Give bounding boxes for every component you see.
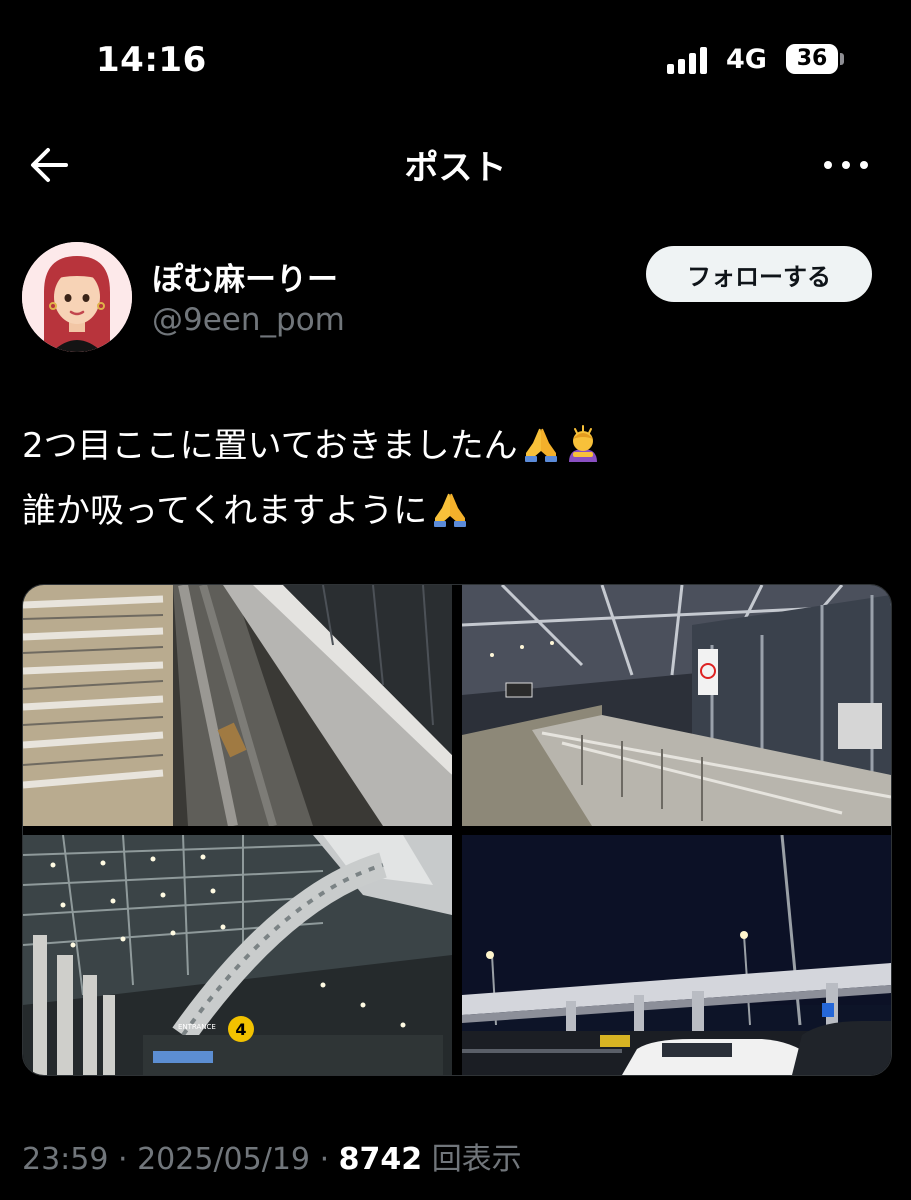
follow-button[interactable]: フォローする (646, 246, 872, 302)
status-time: 14:16 (96, 40, 207, 80)
meta-separator: · (118, 1142, 138, 1177)
media-grid: 4 ENTRANCE (22, 584, 892, 1076)
post-image-luggage-carts[interactable] (23, 585, 452, 826)
svg-text:4: 4 (235, 1020, 246, 1039)
folded-hands-emoji (434, 493, 467, 527)
cellular-signal-icon (667, 46, 715, 74)
network-type: 4G (726, 44, 767, 75)
display-name[interactable]: ぽむ麻ーりー (152, 254, 338, 299)
avatar[interactable] (22, 242, 132, 352)
battery-tip (840, 53, 844, 65)
folded-hands-emoji (524, 428, 557, 462)
svg-text:ENTRANCE: ENTRANCE (178, 1023, 216, 1031)
post-time: 23:59 (22, 1142, 109, 1177)
battery-icon: 36 (786, 44, 838, 74)
more-options-icon[interactable] (820, 142, 872, 188)
post-date: 2025/05/19 (137, 1142, 311, 1177)
post-meta: 23:59 · 2025/05/19 · 8742 回表示 (22, 1134, 522, 1178)
post-image-walkway-carts[interactable] (462, 585, 891, 826)
post-line-2-text: 誰か吸ってくれますように (22, 491, 428, 531)
user-handle[interactable]: @9een_pom (152, 302, 345, 338)
person-bowing-emoji (568, 425, 597, 462)
page-title: ポスト (404, 148, 507, 188)
post-text: 2つ目ここに置いておきましたん 誰か吸ってくれますように (22, 414, 892, 544)
nav-bar: ポスト (0, 120, 911, 210)
post-line-1-text: 2つ目ここに置いておきましたん (22, 426, 518, 466)
post-line-2: 誰か吸ってくれますように (22, 479, 892, 544)
view-count-label: 回表示 (431, 1142, 522, 1177)
view-count[interactable]: 8742 (339, 1142, 423, 1177)
meta-separator: · (319, 1142, 339, 1177)
post-image-night-road[interactable] (462, 835, 891, 1075)
post-image-terminal-roof[interactable]: 4 ENTRANCE (23, 835, 452, 1075)
post-line-1: 2つ目ここに置いておきましたん (22, 414, 892, 479)
status-bar: 14:16 4G 36 (0, 0, 911, 120)
